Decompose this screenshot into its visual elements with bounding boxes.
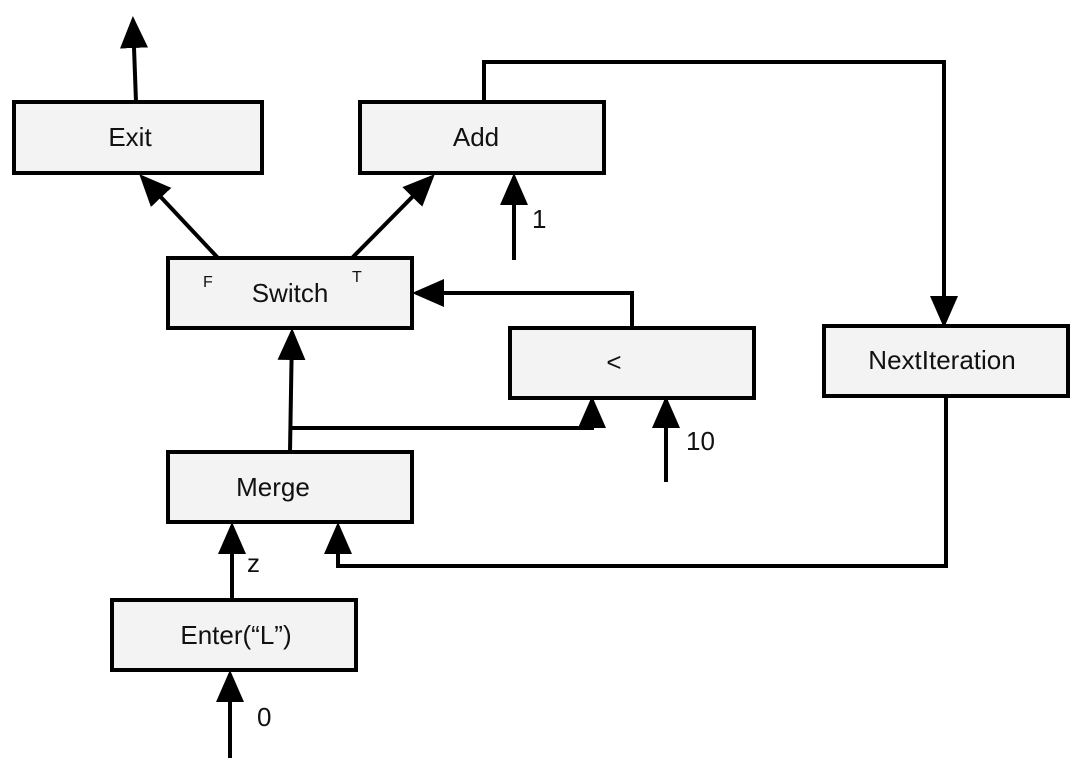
node-merge: Merge [166, 450, 414, 524]
switch-true-to-add-edge [350, 174, 435, 260]
node-less-than: < [508, 326, 756, 400]
less-to-switch-edge [412, 279, 634, 328]
node-nextiteration: NextIteration [822, 324, 1070, 398]
node-enter: Enter(“L”) [110, 598, 358, 672]
edge-label-z: z [247, 548, 260, 578]
exit-output-edge [120, 16, 149, 103]
merge-to-switch-edge [277, 328, 306, 453]
switch-false-port-label: F [203, 274, 213, 291]
dataflow-diagram: Exit Add Switch F T < NextIteration Merg… [12, 16, 1070, 758]
edge-label-0: 0 [257, 702, 271, 732]
node-enter-label: Enter(“L”) [180, 620, 291, 650]
merge-to-less-edge [290, 396, 606, 430]
node-switch-label: Switch [252, 278, 329, 308]
node-merge-label: Merge [236, 472, 310, 502]
node-switch: Switch F T [166, 256, 414, 330]
edge-label-1: 1 [532, 204, 546, 234]
node-exit: Exit [12, 100, 264, 175]
switch-false-to-exit-edge [139, 174, 220, 260]
node-add-label: Add [453, 122, 499, 152]
switch-true-port-label: T [352, 269, 362, 286]
nextiteration-to-merge-edge [324, 396, 948, 568]
node-nextiteration-label: NextIteration [868, 345, 1015, 375]
node-add: Add [358, 100, 606, 175]
node-exit-label: Exit [108, 122, 152, 152]
edge-label-10: 10 [686, 426, 715, 456]
node-less-than-label: < [606, 347, 621, 377]
